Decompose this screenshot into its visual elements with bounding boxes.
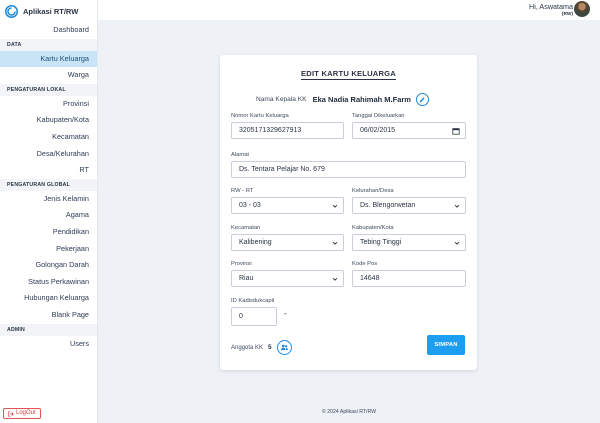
head-of-family-row: Nama Kepala KK Eka Nadia Rahimah M.Farm — [256, 93, 429, 106]
sidebar-section-data: DATA — [0, 38, 97, 51]
chevron-down-icon — [332, 241, 338, 245]
nomor-kk-value: 3205171329627913 — [239, 127, 302, 134]
id-kadisdukcapil-field: ID Kadisdukcapil 0 — [231, 298, 277, 326]
sidebar-item-kartu-keluarga[interactable]: Kartu Keluarga — [0, 50, 97, 68]
pencil-icon — [420, 97, 425, 102]
user-name: Hi, Aswatama — [529, 2, 573, 11]
sidebar-item-desa-kelurahan[interactable]: Desa/Kelurahan — [0, 146, 97, 163]
sidebar-item-rt[interactable]: RT — [0, 162, 97, 179]
alamat-field: Alamat Ds. Tentara Pelajar No. 679 — [231, 152, 466, 178]
tanggal-input[interactable]: 06/02/2015 — [352, 122, 466, 139]
rw-rt-field: RW - RT 03 - 03 — [231, 188, 344, 214]
anggota-kk-button[interactable] — [276, 340, 292, 355]
kecamatan-value: Kalibening — [239, 239, 272, 246]
app-title: Aplikasi RT/RW — [23, 6, 79, 16]
kecamatan-select[interactable]: Kalibening — [231, 234, 344, 251]
logout-label: LogOut — [16, 410, 36, 416]
alamat-value: Ds. Tentara Pelajar No. 679 — [239, 166, 325, 173]
save-button[interactable]: SIMPAN — [427, 335, 465, 355]
edit-kk-card: EDIT KARTU KELUARGA Nama Kepala KK Eka N… — [220, 55, 477, 370]
nomor-kk-field: Nomor Kartu Keluarga 3205171329627913 — [231, 113, 344, 139]
brand[interactable]: Aplikasi RT/RW — [0, 0, 97, 22]
app-logo-icon — [5, 4, 18, 18]
kecamatan-label: Kecamatan — [231, 225, 261, 231]
kelurahan-select[interactable]: Ds. Blengorwetan — [352, 197, 466, 214]
kabupaten-field: Kabupaten/Kota Tebing Tinggi — [352, 225, 466, 251]
sidebar-item-hubungan-keluarga[interactable]: Hubungan Keluarga — [0, 290, 97, 307]
sidebar-item-provinsi[interactable]: Provinsi — [0, 96, 97, 113]
sidebar: Aplikasi RT/RW Dashboard DATA Kartu Kelu… — [0, 0, 98, 423]
logout-icon — [8, 410, 14, 417]
footer: © 2024 Aplikasi RT/RW — [321, 409, 377, 415]
anggota-kk-row: Anggota KK 5 — [231, 340, 292, 355]
page-title: EDIT KARTU KELUARGA — [220, 69, 477, 80]
head-of-family-value: Eka Nadia Rahimah M.Farm — [312, 95, 411, 104]
tanggal-field: Tanggal Dikeluarkan 06/02/2015 — [352, 113, 466, 139]
rw-rt-value: 03 - 03 — [239, 202, 261, 209]
kode-pos-value: 14648 — [360, 275, 380, 282]
sidebar-item-warga[interactable]: Warga — [0, 67, 97, 84]
rw-rt-label: RW - RT — [231, 188, 254, 194]
sidebar-section-pengaturan-lokal: PENGATURAN LOKAL — [0, 83, 97, 96]
sidebar-item-kabupaten-kota[interactable]: Kabupaten/Kota — [0, 112, 97, 129]
provinsi-label: Provinsi — [231, 261, 252, 267]
sidebar-item-jenis-kelamin[interactable]: Jenis Kelamin — [0, 191, 97, 208]
sidebar-item-status-perkawinan[interactable]: Status Perkawinan — [0, 274, 97, 291]
anggota-kk-label: Anggota KK — [231, 344, 264, 351]
kode-pos-input[interactable]: 14648 — [352, 270, 466, 287]
chevron-down-icon — [332, 204, 338, 208]
sidebar-item-agama[interactable]: Agama — [0, 207, 97, 224]
tanggal-value: 06/02/2015 — [360, 127, 396, 134]
sidebar-section-admin: ADMIN — [0, 323, 97, 336]
sidebar-section-pengaturan-global: PENGATURAN GLOBAL — [0, 178, 97, 191]
sidebar-item-pendidikan[interactable]: Pendidikan — [0, 224, 97, 241]
kabupaten-select[interactable]: Tebing Tinggi — [352, 234, 466, 251]
chevron-down-icon — [332, 277, 338, 281]
sidebar-item-pekerjaan[interactable]: Pekerjaan — [0, 241, 97, 258]
provinsi-select[interactable]: Riau — [231, 270, 344, 287]
logout-button[interactable]: LogOut — [3, 408, 41, 419]
id-kadisdukcapil-value: 0 — [239, 313, 243, 320]
provinsi-value: Riau — [239, 275, 254, 282]
kode-pos-label: Kode Pos — [352, 261, 378, 267]
chevron-down-icon — [454, 241, 460, 245]
sidebar-item-golongan-darah[interactable]: Golongan Darah — [0, 257, 97, 274]
kelurahan-value: Ds. Blengorwetan — [360, 202, 416, 209]
sidebar-item-blank-page[interactable]: Blank Page — [0, 307, 97, 324]
head-of-family-label: Nama Kepala KK — [256, 96, 307, 103]
kabupaten-value: Tebing Tinggi — [360, 239, 402, 246]
users-icon — [280, 344, 288, 351]
kabupaten-label: Kabupaten/Kota — [352, 225, 394, 231]
id-kadisdukcapil-input[interactable]: 0 — [231, 307, 277, 326]
kecamatan-field: Kecamatan Kalibening — [231, 225, 344, 251]
topbar: Hi, Aswatama (RW) — [98, 0, 600, 20]
avatar[interactable] — [574, 1, 590, 17]
rw-rt-select[interactable]: 03 - 03 — [231, 197, 344, 214]
kelurahan-field: Kelurahan/Desa Ds. Blengorwetan — [352, 188, 466, 214]
user-role: (RW) — [561, 12, 573, 17]
user-menu[interactable]: Hi, Aswatama (RW) — [529, 2, 573, 17]
tanggal-label: Tanggal Dikeluarkan — [352, 113, 405, 119]
page-title-text: EDIT KARTU KELUARGA — [301, 69, 396, 80]
calendar-icon[interactable] — [452, 127, 460, 135]
id-kadisdukcapil-suffix: - — [284, 309, 287, 318]
chevron-down-icon — [454, 204, 460, 208]
alamat-label: Alamat — [231, 152, 250, 158]
alamat-input[interactable]: Ds. Tentara Pelajar No. 679 — [231, 161, 466, 178]
nomor-kk-input[interactable]: 3205171329627913 — [231, 122, 344, 139]
anggota-kk-count: 5 — [268, 344, 272, 351]
kelurahan-label: Kelurahan/Desa — [352, 188, 394, 194]
edit-head-button[interactable] — [415, 93, 429, 106]
kode-pos-field: Kode Pos 14648 — [352, 261, 466, 287]
sidebar-item-dashboard[interactable]: Dashboard — [0, 22, 97, 39]
id-kadisdukcapil-label: ID Kadisdukcapil — [231, 298, 275, 304]
provinsi-field: Provinsi Riau — [231, 261, 344, 287]
sidebar-item-users[interactable]: Users — [0, 336, 97, 353]
sidebar-item-kecamatan[interactable]: Kecamatan — [0, 129, 97, 146]
nomor-kk-label: Nomor Kartu Keluarga — [231, 113, 289, 119]
